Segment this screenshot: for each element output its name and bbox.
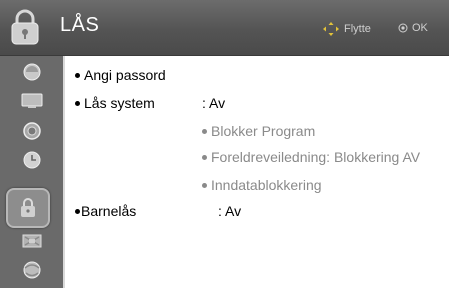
- category-sidebar: [0, 56, 63, 288]
- page-title: LÅS: [60, 14, 100, 36]
- screen-icon: [21, 93, 42, 108]
- sidebar-item-lock[interactable]: [6, 188, 50, 228]
- menu-item-block-program[interactable]: Blokker Program: [202, 123, 315, 139]
- child-lock-label: Barnelås: [81, 203, 137, 219]
- picture-icon: [23, 63, 40, 81]
- lock-menu-screen: LÅS Flytte OK Angi passord Lås system: …: [0, 0, 449, 288]
- menu-header: LÅS Flytte OK: [0, 0, 449, 56]
- move-hint-label: Flytte: [344, 23, 371, 35]
- menu-item-set-password[interactable]: Angi passord: [75, 67, 166, 83]
- set-password-label: Angi passord: [84, 67, 166, 83]
- bullet-icon: [202, 154, 207, 160]
- block-program-label: Blokker Program: [211, 123, 316, 139]
- sidebar-item-network[interactable]: [0, 258, 63, 282]
- ok-hint: OK: [398, 22, 428, 34]
- network-icon: [23, 261, 40, 279]
- menu-item-child-lock[interactable]: Barnelås: [75, 203, 136, 219]
- lock-icon: [21, 198, 35, 217]
- bullet-icon: [75, 100, 80, 106]
- dpad-icon: [323, 22, 339, 36]
- parental-guidance-label: Foreldreveiledning: Blokkering AV: [211, 149, 421, 165]
- ok-hint-label: OK: [412, 22, 428, 34]
- sidebar-item-time[interactable]: [0, 148, 63, 172]
- sidebar-item-picture[interactable]: [0, 60, 63, 84]
- lock-system-value: : Av: [202, 95, 226, 111]
- sidebar-item-sound[interactable]: [0, 119, 63, 143]
- ok-button-icon: [398, 23, 408, 33]
- bullet-icon: [75, 208, 80, 214]
- input-block-label: Inndatablokkering: [211, 177, 322, 193]
- lock-icon: [11, 9, 39, 45]
- bullet-icon: [75, 72, 80, 78]
- move-hint: Flytte: [322, 22, 371, 36]
- clock-icon: [23, 151, 40, 169]
- sidebar-item-option[interactable]: [0, 229, 63, 253]
- menu-item-lock-system[interactable]: Lås system: [75, 95, 155, 111]
- menu-item-input-block[interactable]: Inndatablokkering: [202, 177, 322, 193]
- speaker-icon: [22, 122, 41, 140]
- bullet-icon: [202, 182, 207, 188]
- bullet-icon: [202, 128, 207, 134]
- menu-content: Angi passord Lås system : Av Blokker Pro…: [65, 56, 449, 288]
- child-lock-value: : Av: [218, 203, 242, 219]
- option-icon: [22, 234, 41, 248]
- lock-system-label: Lås system: [84, 95, 155, 111]
- sidebar-item-screen[interactable]: [0, 89, 63, 113]
- menu-item-parental-guidance[interactable]: Foreldreveiledning: Blokkering AV: [202, 149, 420, 165]
